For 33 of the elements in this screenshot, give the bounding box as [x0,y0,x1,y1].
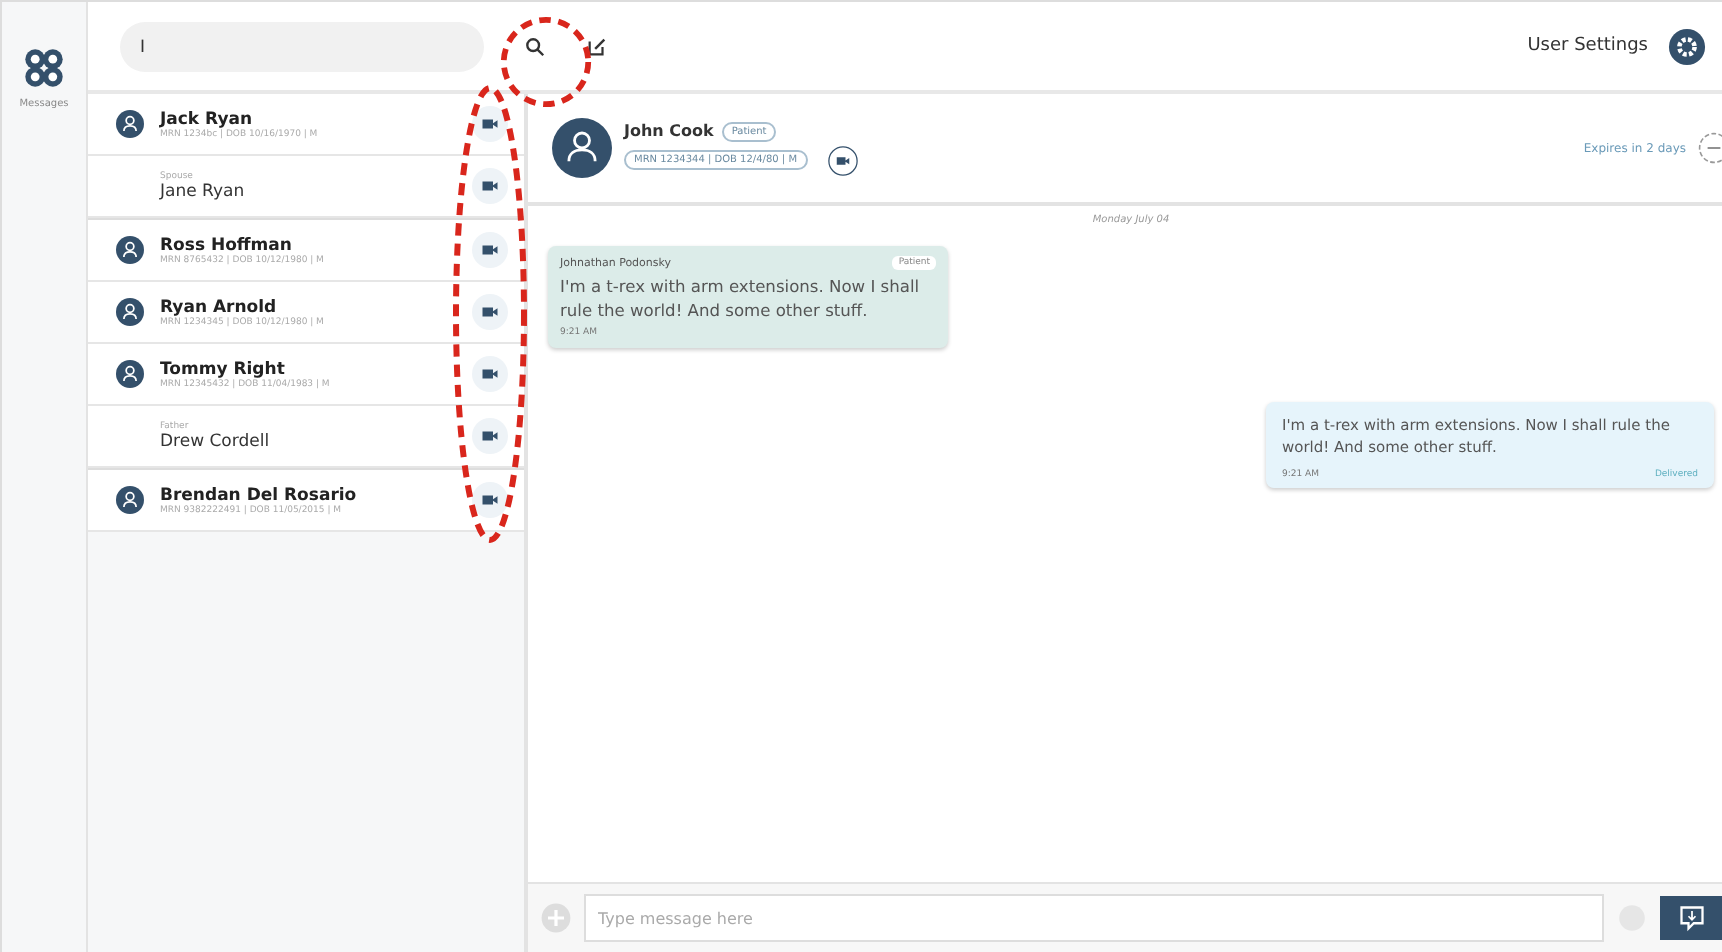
avatar-icon [116,236,144,264]
send-icon [1677,904,1705,932]
video-call-icon[interactable] [472,168,508,204]
avatar-icon [552,118,612,178]
message-text: I'm a t-rex with arm extensions. Now I shall rule the world! And some other stuff. [560,274,922,324]
video-call-icon[interactable] [472,356,508,392]
more-icon[interactable] [1698,132,1722,164]
avatar-icon [116,360,144,388]
contact-name[interactable]: Ross Hoffman [160,235,456,255]
logo-icon[interactable] [22,46,66,90]
avatar-icon [116,298,144,326]
message-input[interactable]: Type message here [584,894,1604,942]
contact-name[interactable]: Jack Ryan [160,109,456,129]
video-call-icon[interactable] [827,145,858,175]
contact-name[interactable]: Ryan Arnold [160,297,456,317]
avatar-icon [116,110,144,138]
video-call-icon[interactable] [472,106,508,142]
search-field[interactable]: I [120,21,484,71]
contact-name[interactable]: Tommy Right [160,359,456,379]
video-call-icon[interactable] [472,418,508,454]
contact-name[interactable]: Drew Cordell [160,431,456,451]
avatar-icon [116,486,144,514]
settings-icon[interactable] [1668,27,1706,65]
compose-icon[interactable] [586,35,608,57]
contact-name[interactable]: Jane Ryan [160,181,456,201]
contact-name[interactable]: Brendan Del Rosario [160,485,456,505]
video-call-icon[interactable] [472,482,508,518]
send-button[interactable] [1660,896,1722,940]
video-call-icon[interactable] [472,232,508,268]
patient-name: John Cook [624,122,714,140]
user-settings-link[interactable]: User Settings [1527,36,1648,56]
search-icon[interactable] [524,35,546,57]
video-call-icon[interactable] [472,294,508,330]
